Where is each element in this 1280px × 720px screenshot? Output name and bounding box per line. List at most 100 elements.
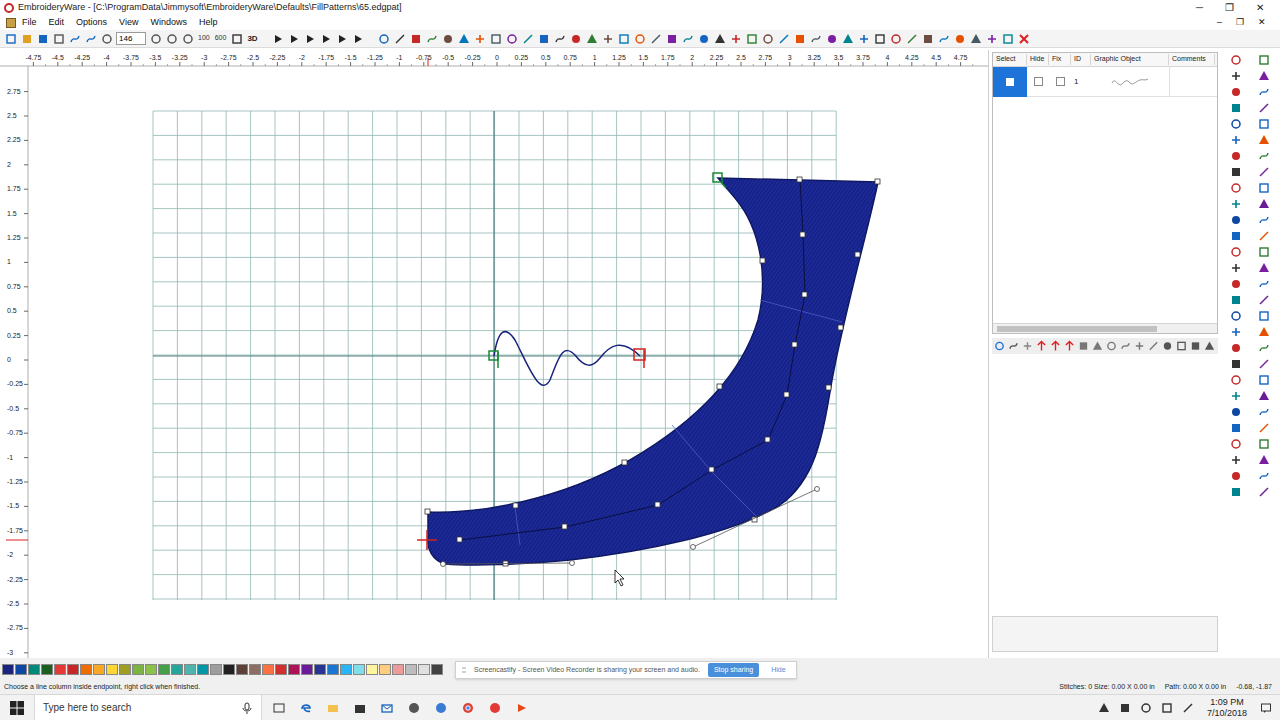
search-box[interactable]: Type here to search xyxy=(34,695,262,720)
menu-item[interactable]: Edit xyxy=(49,16,65,30)
control-handles[interactable] xyxy=(425,177,880,566)
fix-cell[interactable] xyxy=(1049,77,1071,86)
color-swatch[interactable] xyxy=(236,664,248,675)
taskbar-app-icon[interactable] xyxy=(488,701,501,714)
fit-icon[interactable] xyxy=(230,32,243,45)
fill-shape[interactable] xyxy=(428,178,878,565)
tool-icon[interactable] xyxy=(1258,485,1271,498)
taskbar-app-icon[interactable] xyxy=(272,701,285,714)
end-marker-icon[interactable] xyxy=(634,349,645,368)
drawing-tool-icon[interactable] xyxy=(890,32,903,45)
layer-tool-icon[interactable] xyxy=(1064,340,1075,352)
color-swatch[interactable] xyxy=(366,664,378,675)
tool-icon[interactable] xyxy=(1258,229,1271,242)
color-swatch[interactable] xyxy=(171,664,183,675)
color-swatch[interactable] xyxy=(106,664,118,675)
file-tool-icon[interactable] xyxy=(52,32,65,45)
layer-tool-icon[interactable] xyxy=(1008,340,1019,352)
stop-sharing-button[interactable]: Stop sharing xyxy=(708,663,759,678)
select-checkbox[interactable] xyxy=(1006,78,1014,86)
taskbar-app-icon[interactable] xyxy=(407,701,420,714)
wave-line[interactable] xyxy=(494,332,640,386)
layer-row[interactable]: 1 xyxy=(993,67,1217,97)
drawing-tool-icon[interactable] xyxy=(650,32,663,45)
tray-icon[interactable] xyxy=(1119,701,1132,714)
tool-icon[interactable] xyxy=(1230,133,1243,146)
drawing-tool-icon[interactable] xyxy=(922,32,935,45)
layer-tool-icon[interactable] xyxy=(1078,340,1089,352)
tool-icon[interactable] xyxy=(1230,149,1243,162)
column-header[interactable]: Fix xyxy=(1049,54,1071,65)
canvas-drawing[interactable] xyxy=(0,50,988,658)
tool-icon[interactable] xyxy=(1258,357,1271,370)
notifications-icon[interactable] xyxy=(1259,701,1272,714)
tool-icon[interactable] xyxy=(1258,437,1271,450)
tool-icon[interactable] xyxy=(1258,421,1271,434)
drawing-tool-icon[interactable] xyxy=(554,32,567,45)
drawing-tool-icon[interactable] xyxy=(874,32,887,45)
color-swatch[interactable] xyxy=(158,664,170,675)
layer-tool-icon[interactable] xyxy=(1092,340,1103,352)
tool-icon[interactable] xyxy=(1230,309,1243,322)
color-swatch[interactable] xyxy=(249,664,261,675)
tool-icon[interactable] xyxy=(1258,373,1271,386)
shape-end-marker-icon[interactable] xyxy=(417,530,437,550)
drawing-tool-icon[interactable] xyxy=(666,32,679,45)
tool-icon[interactable] xyxy=(1258,101,1271,114)
drawing-tool-icon[interactable] xyxy=(394,32,407,45)
tool-icon[interactable] xyxy=(1230,229,1243,242)
drawing-tool-icon[interactable] xyxy=(730,32,743,45)
tangent-handle[interactable] xyxy=(441,487,820,567)
zoom-field[interactable]: 146 xyxy=(116,32,146,45)
menu-item[interactable]: Help xyxy=(199,16,218,30)
color-swatch[interactable] xyxy=(353,664,365,675)
color-swatch[interactable] xyxy=(418,664,430,675)
drawing-tool-icon[interactable] xyxy=(970,32,983,45)
play-icon[interactable] xyxy=(321,32,334,45)
drawing-tool-icon[interactable] xyxy=(426,32,439,45)
file-tool-icon[interactable] xyxy=(20,32,33,45)
tool-icon[interactable] xyxy=(1230,325,1243,338)
file-tool-icon[interactable] xyxy=(100,32,113,45)
horizontal-scrollbar[interactable] xyxy=(993,323,1217,333)
layer-tool-icon[interactable] xyxy=(994,340,1005,352)
color-swatch[interactable] xyxy=(197,664,209,675)
tool-icon[interactable] xyxy=(1258,53,1271,66)
clock[interactable]: 1:09 PM7/10/2018 xyxy=(1203,697,1251,719)
play-icon[interactable] xyxy=(305,32,318,45)
column-header[interactable]: Select xyxy=(993,54,1027,65)
drawing-tool-icon[interactable] xyxy=(810,32,823,45)
drawing-tool-icon[interactable] xyxy=(538,32,551,45)
tool-icon[interactable] xyxy=(1258,117,1271,130)
color-swatch[interactable] xyxy=(392,664,404,675)
drawing-tool-icon[interactable] xyxy=(778,32,791,45)
tool-icon[interactable] xyxy=(1258,469,1271,482)
color-swatch[interactable] xyxy=(288,664,300,675)
drawing-tool-icon[interactable] xyxy=(714,32,727,45)
color-swatch[interactable] xyxy=(327,664,339,675)
drawing-tool-icon[interactable] xyxy=(410,32,423,45)
play-icon[interactable] xyxy=(353,32,366,45)
restore-button[interactable]: ❐ xyxy=(1223,0,1236,15)
tool-icon[interactable] xyxy=(1230,165,1243,178)
tool-icon[interactable] xyxy=(1258,261,1271,274)
tool-icon[interactable] xyxy=(1230,53,1243,66)
color-swatch[interactable] xyxy=(41,664,53,675)
color-swatch[interactable] xyxy=(15,664,27,675)
play-icon[interactable] xyxy=(337,32,350,45)
drawing-tool-icon[interactable] xyxy=(570,32,583,45)
tool-icon[interactable] xyxy=(1230,341,1243,354)
layer-tool-icon[interactable] xyxy=(1106,340,1117,352)
color-swatch[interactable] xyxy=(301,664,313,675)
hide-cell[interactable] xyxy=(1027,77,1049,86)
tool-icon[interactable] xyxy=(1230,245,1243,258)
drawing-tool-icon[interactable] xyxy=(1002,32,1015,45)
color-swatch[interactable] xyxy=(431,664,443,675)
tool-icon[interactable] xyxy=(1230,85,1243,98)
play-icon[interactable] xyxy=(289,32,302,45)
tool-icon[interactable] xyxy=(1258,293,1271,306)
layer-tool-icon[interactable] xyxy=(1190,340,1201,352)
column-guide[interactable] xyxy=(460,180,805,540)
tool-icon[interactable] xyxy=(1230,181,1243,194)
tool-icon[interactable] xyxy=(1230,69,1243,82)
